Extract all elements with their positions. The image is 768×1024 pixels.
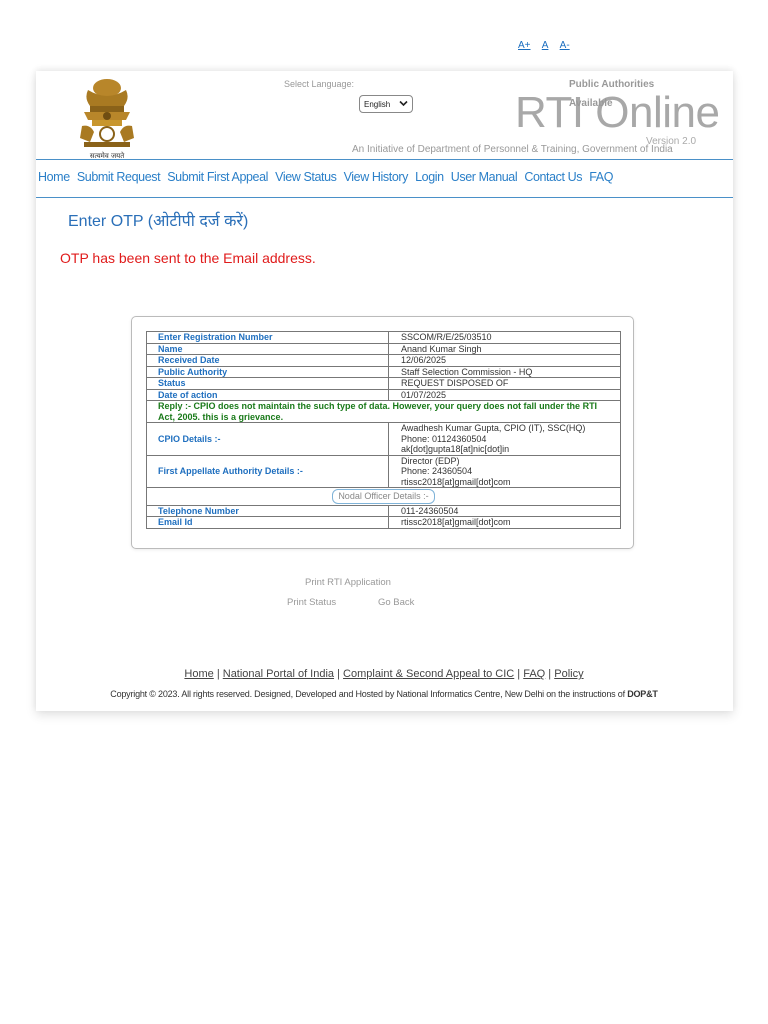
public-authority-label: Public Authority: [146, 365, 389, 378]
nodal-officer-heading: Nodal Officer Details :-: [332, 489, 435, 504]
table-row: Status REQUEST DISPOSED OF: [146, 377, 621, 390]
cpio-phone: Phone: 01124360504: [401, 433, 487, 444]
otp-heading: Enter OTP (ओटीपी दर्ज करें): [68, 213, 249, 230]
table-row: Enter Registration Number SSCOM/R/E/25/0…: [146, 331, 621, 344]
language-selected-value: English: [364, 99, 391, 109]
email-label: Email Id: [146, 516, 389, 529]
nav-submit-first-appeal[interactable]: Submit First Appeal: [167, 170, 268, 184]
received-date-label: Received Date: [146, 354, 389, 367]
font-decrease-link[interactable]: A-: [560, 40, 570, 51]
copyright-text: Copyright © 2023. All rights reserved. D…: [0, 689, 768, 699]
telephone-value: 011-24360504: [388, 504, 621, 517]
cpio-name: Awadhesh Kumar Gupta, CPIO (IT), SSC(HQ): [401, 423, 586, 433]
site-title: RTI Online: [515, 88, 720, 137]
nav-view-history[interactable]: View History: [344, 170, 409, 184]
table-row: CPIO Details :- Awadhesh Kumar Gupta, CP…: [146, 422, 621, 456]
table-row: Public Authority Staff Selection Commiss…: [146, 365, 621, 378]
table-row: Telephone Number 011-24360504: [146, 504, 621, 517]
nav-view-status[interactable]: View Status: [275, 170, 337, 184]
main-nav: Home Submit Request Submit First Appeal …: [38, 170, 617, 184]
email-value: rtissc2018[at]gmail[dot]com: [388, 516, 621, 529]
nav-faq[interactable]: FAQ: [589, 170, 613, 184]
table-row: Nodal Officer Details :-: [146, 487, 621, 506]
reply-text: Reply :- CPIO does not maintain the such…: [146, 400, 621, 423]
otp-sent-message: OTP has been sent to the Email address.: [60, 250, 316, 266]
nav-login[interactable]: Login: [415, 170, 444, 184]
table-row: Name Anand Kumar Singh: [146, 342, 621, 355]
font-increase-link[interactable]: A+: [518, 40, 531, 51]
faa-details-value: Director (EDP) Phone: 24360504 rtissc201…: [388, 454, 621, 488]
date-of-action-value: 01/07/2025: [388, 388, 621, 401]
nav-divider-bottom: [36, 197, 733, 198]
available-label: Available: [569, 98, 613, 109]
name-value: Anand Kumar Singh: [388, 342, 621, 355]
table-row: Received Date 12/06/2025: [146, 354, 621, 367]
telephone-label: Telephone Number: [146, 504, 389, 517]
footer-link-national-portal[interactable]: National Portal of India: [223, 668, 334, 680]
select-language-label: Select Language:: [284, 79, 355, 89]
cpio-details-value: Awadhesh Kumar Gupta, CPIO (IT), SSC(HQ)…: [388, 422, 621, 456]
nav-home[interactable]: Home: [38, 170, 70, 184]
registration-label: Enter Registration Number: [146, 331, 389, 344]
status-label: Status: [146, 377, 389, 390]
table-row: Reply :- CPIO does not maintain the such…: [146, 400, 621, 423]
cpio-details-label: CPIO Details :-: [146, 422, 389, 456]
received-date-value: 12/06/2025: [388, 354, 621, 367]
nav-submit-request[interactable]: Submit Request: [77, 170, 161, 184]
registration-value: SSCOM/R/E/25/03510: [388, 331, 621, 344]
nodal-officer-row: Nodal Officer Details :-: [146, 487, 621, 506]
faa-phone: Phone: 24360504: [401, 466, 473, 476]
nav-contact-us[interactable]: Contact Us: [524, 170, 582, 184]
footer-link-policy[interactable]: Policy: [554, 668, 583, 680]
national-emblem-logo: सत्यमेव जयते: [70, 76, 144, 162]
faa-details-label: First Appellate Authority Details :-: [146, 454, 389, 488]
font-normal-link[interactable]: A: [542, 40, 549, 51]
faa-email: rtissc2018[at]gmail[dot]com: [401, 476, 511, 487]
print-status-button[interactable]: Print Status: [287, 597, 336, 608]
go-back-button[interactable]: Go Back: [378, 597, 414, 608]
language-select[interactable]: English: [359, 95, 413, 113]
font-size-controls: A+ A A-: [518, 40, 579, 51]
copyright-org: DOP&T: [627, 689, 658, 699]
footer-links: Home | National Portal of India | Compla…: [184, 668, 584, 680]
chevron-down-icon: [399, 100, 408, 109]
footer-link-home[interactable]: Home: [184, 668, 213, 680]
footer-link-faq[interactable]: FAQ: [523, 668, 545, 680]
public-authority-value: Staff Selection Commission - HQ: [388, 365, 621, 378]
table-row: First Appellate Authority Details :- Dir…: [146, 454, 621, 488]
status-value: REQUEST DISPOSED OF: [388, 377, 621, 390]
name-label: Name: [146, 342, 389, 355]
emblem-icon: सत्यमेव जयते: [80, 79, 134, 160]
copyright-statement: Copyright © 2023. All rights reserved. D…: [110, 689, 625, 699]
nav-user-manual[interactable]: User Manual: [451, 170, 518, 184]
table-row: Date of action 01/07/2025: [146, 388, 621, 401]
faa-name: Director (EDP): [401, 455, 460, 466]
initiative-tagline: An Initiative of Department of Personnel…: [352, 144, 673, 155]
footer-link-complaint-cic[interactable]: Complaint & Second Appeal to CIC: [343, 668, 514, 680]
cpio-email: ak[dot]gupta18[at]nic[dot]in: [401, 444, 510, 454]
date-of-action-label: Date of action: [146, 388, 389, 401]
request-details-table: Enter Registration Number SSCOM/R/E/25/0…: [146, 331, 621, 529]
table-row: Email Id rtissc2018[at]gmail[dot]com: [146, 516, 621, 529]
print-rti-application-button[interactable]: Print RTI Application: [305, 577, 391, 588]
nav-divider-top: [36, 159, 733, 160]
